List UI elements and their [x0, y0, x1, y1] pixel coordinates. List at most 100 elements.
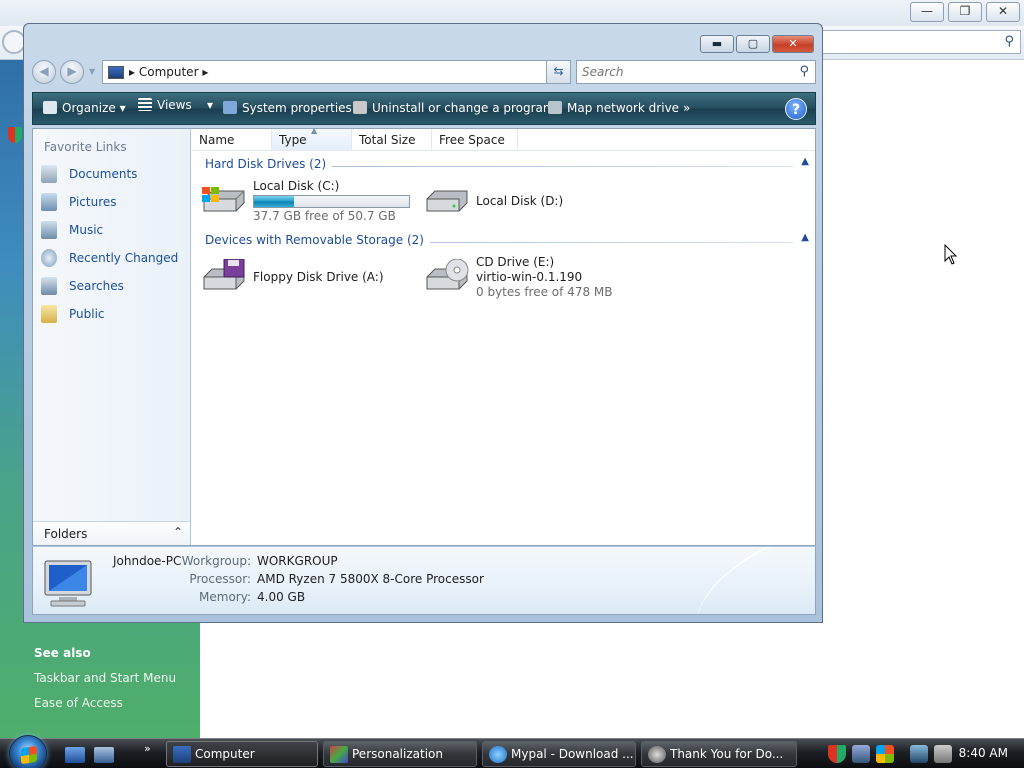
bg-minimize-button[interactable]: — — [910, 2, 944, 22]
drive-local-disk-c[interactable]: Local Disk (C:) 37.7 GB free of 50.7 GB — [200, 179, 415, 223]
taskbar-button-mypal[interactable]: Mypal - Download ... — [482, 741, 636, 767]
volume-muted-icon[interactable] — [934, 745, 952, 763]
taskbar-button-personalization[interactable]: Personalization — [323, 741, 477, 767]
content-area: Favorite Links Documents Pictures Music … — [32, 126, 816, 546]
security-shield-icon[interactable] — [828, 745, 846, 763]
refresh-icon: ⇆ — [553, 64, 564, 78]
address-bar[interactable]: ▸ Computer ▸ ▼ — [102, 60, 571, 84]
group-hard-disk-drives[interactable]: Hard Disk Drives (2) ▲ — [205, 156, 809, 173]
bg-restore-button[interactable]: ❐ — [948, 2, 982, 22]
memory-value: 4.00 GB — [257, 590, 306, 604]
drive-c-free-space: 37.7 GB free of 50.7 GB — [253, 209, 396, 223]
folders-toggle[interactable]: Folders ⌃ — [33, 521, 190, 545]
windows-logo-icon — [21, 745, 37, 765]
switch-windows-icon[interactable] — [94, 747, 114, 763]
minimize-button[interactable]: ▬ — [700, 35, 734, 53]
searches-icon — [41, 277, 57, 295]
workgroup-label: Workgroup: — [181, 554, 251, 568]
taskbar-button-thank-you[interactable]: Thank You for Do... — [641, 741, 797, 767]
hard-drive-windows-icon — [202, 187, 245, 212]
clock[interactable]: 8:40 AM — [959, 746, 1008, 760]
column-name[interactable]: Name — [192, 129, 272, 151]
nav-item-pictures[interactable]: Pictures — [39, 191, 187, 213]
hard-drive-icon — [426, 190, 468, 212]
nav-item-searches[interactable]: Searches — [39, 275, 187, 297]
uninstall-program-button[interactable]: Uninstall or change a program — [353, 101, 555, 115]
link-taskbar-start-menu[interactable]: Taskbar and Start Menu — [34, 671, 176, 685]
drive-floppy-a[interactable]: Floppy Disk Drive (A:) — [200, 255, 415, 299]
bg-search-box[interactable]: ⚲ — [818, 30, 1021, 54]
organize-button[interactable]: Organize ▾ — [43, 101, 126, 115]
column-type[interactable]: ▲ Type — [272, 126, 352, 151]
command-bar: Organize ▾ Views ▾ System properties Uni… — [32, 92, 816, 125]
maximize-button[interactable]: ▢ — [736, 35, 770, 53]
details-pane: Johndoe-PC Workgroup: WORKGROUP Processo… — [32, 547, 816, 615]
pictures-icon — [41, 193, 57, 211]
drive-a-name: Floppy Disk Drive (A:) — [253, 270, 384, 284]
nav-item-public[interactable]: Public — [39, 303, 187, 325]
link-ease-of-access[interactable]: Ease of Access — [34, 696, 123, 710]
collapse-group-icon[interactable]: ▲ — [801, 156, 809, 167]
search-box[interactable]: ⚲ — [576, 60, 816, 84]
computer-icon — [173, 746, 191, 763]
system-properties-button[interactable]: System properties — [223, 101, 352, 115]
taskbar-button-computer[interactable]: Computer — [166, 741, 318, 767]
computer-icon — [108, 66, 124, 79]
navigation-row: ◀ ▶ ▼ ▸ Computer ▸ ▼ ⇆ ⚲ — [32, 59, 816, 85]
drive-c-name: Local Disk (C:) — [253, 179, 340, 193]
map-network-drive-button[interactable]: Map network drive — [548, 101, 679, 115]
views-button[interactable]: Views ▾ — [138, 98, 213, 112]
nav-item-music[interactable]: Music — [39, 219, 187, 241]
network-icon[interactable] — [910, 745, 928, 763]
column-free-space[interactable]: Free Space — [432, 129, 518, 151]
bg-close-button[interactable]: ✕ — [986, 2, 1020, 22]
drive-e-volume-label: virtio-win-0.1.190 — [476, 270, 583, 284]
views-icon — [138, 98, 152, 111]
breadcrumb[interactable]: ▸ Computer ▸ — [129, 65, 208, 79]
back-button[interactable]: ◀ — [32, 60, 56, 84]
personalization-icon — [330, 746, 348, 763]
quick-launch-more-button[interactable]: » — [144, 742, 151, 755]
collapse-group-icon[interactable]: ▲ — [801, 232, 809, 243]
organize-icon — [43, 101, 57, 114]
nav-item-recently-changed[interactable]: Recently Changed — [39, 247, 187, 269]
network-drive-icon — [548, 101, 562, 114]
mouse-cursor-icon — [944, 244, 958, 265]
uac-shield-icon — [8, 127, 22, 143]
drive-local-disk-d[interactable]: Local Disk (D:) — [423, 179, 593, 223]
drive-c-usage-fill — [254, 196, 295, 207]
file-list-pane: Name ▲ Type Total Size Free Space Hard Di… — [192, 126, 815, 545]
close-button[interactable]: ✕ — [772, 35, 814, 53]
group-removable-storage[interactable]: Devices with Removable Storage (2) ▲ — [205, 232, 809, 249]
computer-explorer-window: ▬ ▢ ✕ ◀ ▶ ▼ ▸ Computer ▸ ▼ ⇆ ⚲ Organize … — [23, 23, 823, 623]
system-properties-icon — [223, 101, 237, 114]
computer-monitor-icon — [44, 560, 92, 607]
drive-cd-e[interactable]: CD Drive (E:) virtio-win-0.1.190 0 bytes… — [423, 255, 623, 299]
forward-button[interactable]: ▶ — [60, 60, 84, 84]
more-commands-button[interactable]: » — [683, 101, 690, 115]
sort-ascending-icon: ▲ — [311, 126, 318, 135]
browser-icon — [489, 746, 507, 763]
uninstall-icon — [353, 101, 367, 114]
nav-item-documents[interactable]: Documents — [39, 163, 187, 185]
taskbar: » Computer Personalization Mypal - Downl… — [0, 735, 1024, 768]
processor-label: Processor: — [189, 572, 251, 586]
help-button[interactable]: ? — [785, 98, 807, 120]
public-folder-icon — [41, 305, 57, 323]
chevron-up-icon: ⌃ — [172, 525, 183, 539]
drive-c-usage-bar — [253, 195, 410, 208]
windows-update-icon[interactable] — [876, 745, 894, 763]
music-icon — [41, 221, 57, 239]
processor-value: AMD Ryzen 7 5800X 8-Core Processor — [257, 572, 484, 586]
search-icon[interactable]: ⚲ — [799, 64, 809, 79]
safely-remove-icon[interactable] — [852, 745, 870, 763]
favorite-links-header: Favorite Links — [44, 140, 127, 154]
recently-changed-icon — [41, 249, 57, 267]
start-button[interactable] — [9, 735, 47, 768]
show-desktop-icon[interactable] — [65, 747, 85, 763]
recent-pages-chevron-icon[interactable]: ▼ — [89, 67, 95, 76]
column-total-size[interactable]: Total Size — [352, 129, 432, 151]
refresh-button[interactable]: ⇆ — [546, 60, 571, 84]
workgroup-value: WORKGROUP — [257, 554, 338, 568]
search-input[interactable] — [582, 65, 782, 79]
